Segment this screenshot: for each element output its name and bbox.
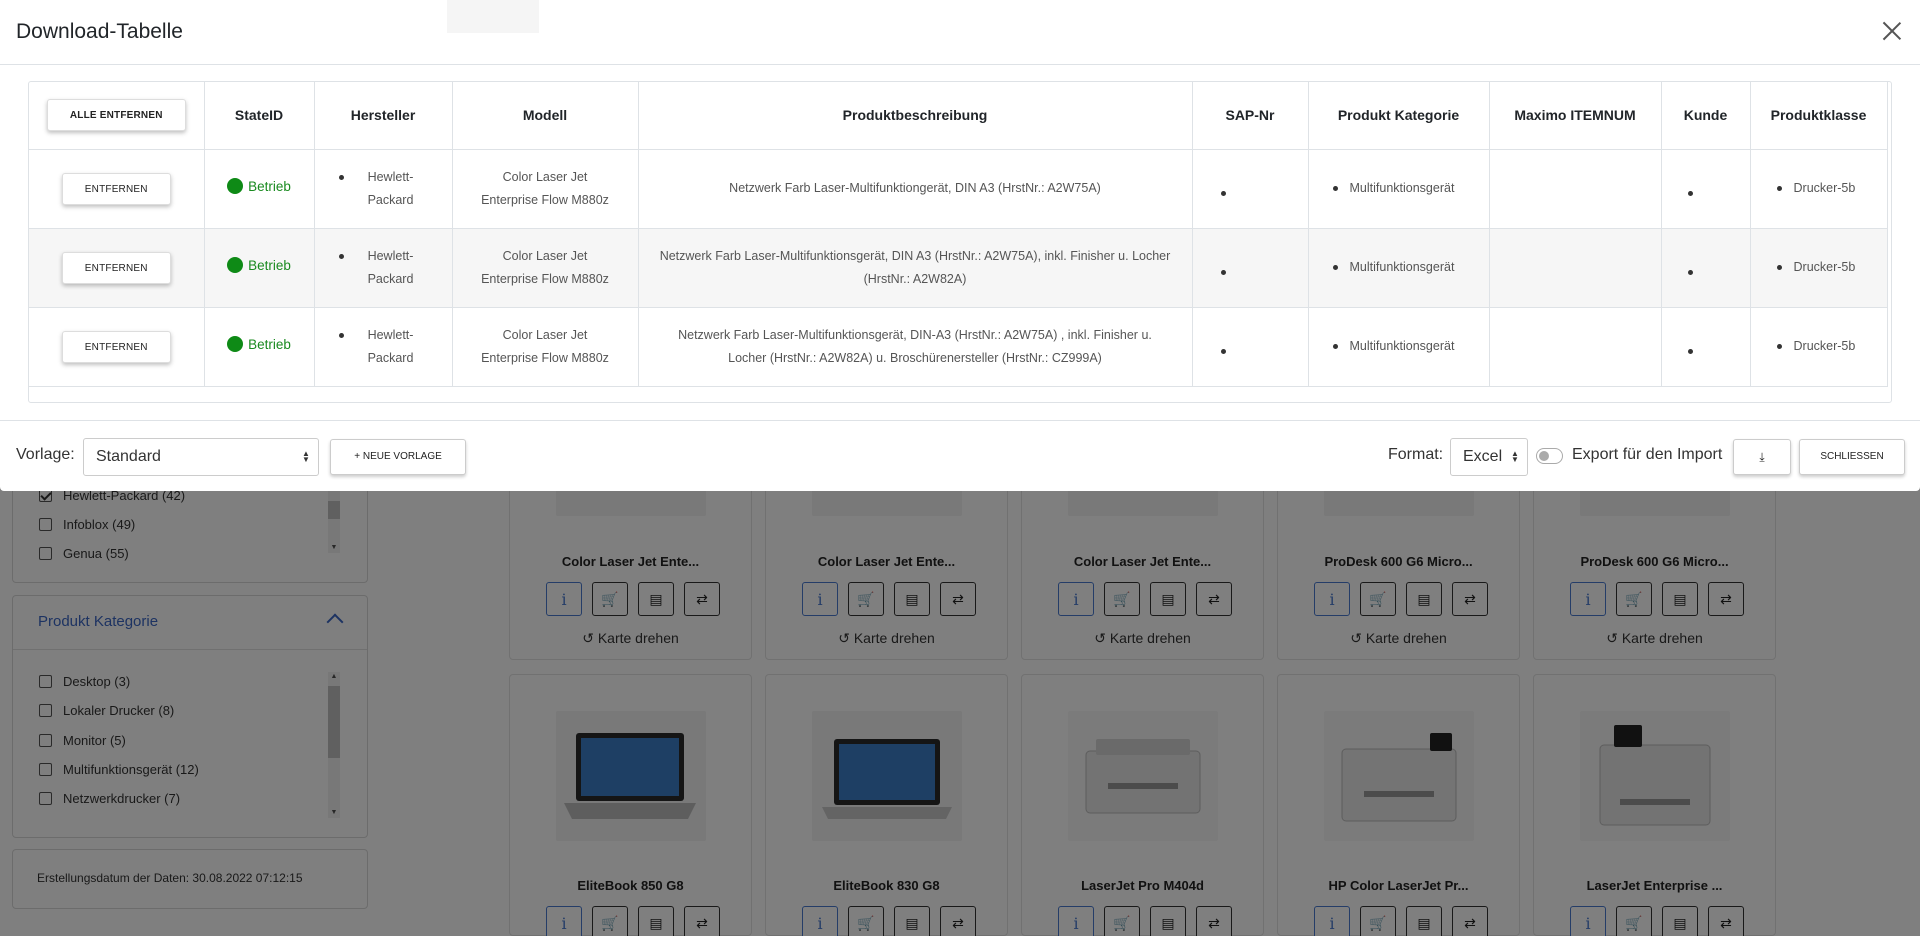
column-header[interactable]: Produkt Kategorie	[1308, 82, 1490, 150]
cell-state: Betrieb	[204, 228, 315, 308]
state-label: Betrieb	[248, 178, 291, 194]
column-header[interactable]: Kunde	[1661, 82, 1751, 150]
column-header[interactable]: Maximo ITEMNUM	[1489, 82, 1662, 150]
cell-state: Betrieb	[204, 307, 315, 387]
kategorie-text: Multifunktionsgerät	[1349, 339, 1455, 353]
remove-button[interactable]: ENTFERNEN	[61, 172, 171, 205]
sort-arrows-icon: ▲ ▼	[1511, 449, 1519, 464]
column-header[interactable]: SAP-Nr	[1192, 82, 1309, 150]
status-dot-icon	[227, 257, 244, 274]
cell-kategorie: Multifunktionsgerät	[1308, 228, 1490, 308]
new-template-button[interactable]: + NEUE VORLAGE	[330, 439, 466, 475]
format-value: Excel	[1463, 448, 1503, 465]
download-button[interactable]: ⤓	[1733, 439, 1791, 475]
download-table: ALLE ENTFERNEN StateID Hersteller Modell…	[29, 82, 1888, 387]
cell-actions: ENTFERNEN	[29, 307, 205, 387]
cell-maximo	[1489, 149, 1662, 229]
column-header[interactable]: Modell	[452, 82, 639, 150]
bullet-icon	[1687, 348, 1693, 354]
remove-button[interactable]: ENTFERNEN	[61, 251, 171, 284]
export-toggle-label: Export für den Import	[1572, 446, 1723, 463]
cell-actions: ENTFERNEN	[29, 228, 205, 308]
format-select[interactable]: Excel ▲ ▼	[1450, 438, 1528, 476]
cell-modell: Color Laser Jet Enterprise Flow M880z	[452, 228, 639, 308]
modal-header: Download-Tabelle	[0, 0, 1920, 65]
modal-footer: Vorlage: Standard ▲ ▼ + NEUE VORLAGE Form…	[0, 420, 1920, 491]
modell-text: Color Laser Jet Enterprise Flow M880z	[481, 327, 609, 365]
hersteller-text: Hewlett-Packard	[367, 327, 414, 365]
table-header-row: ALLE ENTFERNEN StateID Hersteller Modell…	[29, 82, 1888, 150]
cell-maximo	[1489, 307, 1662, 387]
vorlage-select[interactable]: Standard ▲ ▼	[83, 438, 319, 476]
cell-modell: Color Laser Jet Enterprise Flow M880z	[452, 149, 639, 229]
column-header[interactable]: Produktbeschreibung	[638, 82, 1193, 150]
cell-kunde	[1661, 228, 1751, 308]
column-header[interactable]: StateID	[204, 82, 315, 150]
beschreibung-text: Netzwerk Farb Laser-Multifunktiongerät, …	[729, 181, 1101, 195]
state-label: Betrieb	[248, 336, 291, 352]
status-dot-icon	[227, 336, 244, 353]
download-table-container[interactable]: ALLE ENTFERNEN StateID Hersteller Modell…	[28, 81, 1892, 403]
header-actions: ALLE ENTFERNEN	[29, 82, 205, 150]
bullet-icon	[1220, 269, 1226, 275]
vorlage-value: Standard	[96, 448, 161, 465]
table-row: ENTFERNEN Betrieb Hewlett-Packard Color …	[29, 228, 1888, 308]
cell-beschreibung: Netzwerk Farb Laser-Multifunktiongerät, …	[638, 149, 1193, 229]
kategorie-text: Multifunktionsgerät	[1349, 260, 1455, 274]
modell-text: Color Laser Jet Enterprise Flow M880z	[481, 248, 609, 286]
table-row: ENTFERNEN Betrieb Hewlett-Packard Color …	[29, 149, 1888, 229]
sort-arrows-icon: ▲ ▼	[302, 449, 310, 464]
bullet-icon	[1687, 190, 1693, 196]
cell-klasse: Drucker-5b	[1750, 228, 1888, 308]
bullet-icon	[1687, 269, 1693, 275]
cell-hersteller: Hewlett-Packard	[314, 228, 453, 308]
close-button[interactable]: SCHLIESSEN	[1799, 439, 1905, 475]
cell-hersteller: Hewlett-Packard	[314, 307, 453, 387]
cell-sap	[1192, 307, 1309, 387]
bullet-icon	[1220, 190, 1226, 196]
cell-klasse: Drucker-5b	[1750, 149, 1888, 229]
beschreibung-text: Netzwerk Farb Laser-Multifunktionsgerät,…	[678, 327, 1152, 365]
hersteller-text: Hewlett-Packard	[367, 169, 414, 207]
vorlage-label: Vorlage:	[16, 446, 75, 463]
cell-kategorie: Multifunktionsgerät	[1308, 149, 1490, 229]
beschreibung-text: Netzwerk Farb Laser-Multifunktionsgerät,…	[659, 248, 1171, 286]
header-placeholder	[447, 0, 539, 33]
klasse-text: Drucker-5b	[1793, 339, 1856, 353]
state-label: Betrieb	[248, 257, 291, 273]
column-header[interactable]: Hersteller	[314, 82, 453, 150]
kategorie-text: Multifunktionsgerät	[1349, 181, 1455, 195]
cell-actions: ENTFERNEN	[29, 149, 205, 229]
bullet-icon	[1220, 348, 1226, 354]
export-import-toggle[interactable]	[1536, 448, 1563, 464]
cell-kategorie: Multifunktionsgerät	[1308, 307, 1490, 387]
status-dot-icon	[227, 178, 244, 195]
column-header[interactable]: Produktklasse	[1750, 82, 1888, 150]
hersteller-text: Hewlett-Packard	[367, 248, 414, 286]
close-icon[interactable]	[1882, 21, 1902, 41]
cell-kunde	[1661, 307, 1751, 387]
download-icon: ⤓	[1759, 450, 1765, 464]
cell-modell: Color Laser Jet Enterprise Flow M880z	[452, 307, 639, 387]
cell-beschreibung: Netzwerk Farb Laser-Multifunktionsgerät,…	[638, 307, 1193, 387]
cell-hersteller: Hewlett-Packard	[314, 149, 453, 229]
klasse-text: Drucker-5b	[1793, 260, 1856, 274]
cell-kunde	[1661, 149, 1751, 229]
table-row: ENTFERNEN Betrieb Hewlett-Packard Color …	[29, 307, 1888, 387]
cell-klasse: Drucker-5b	[1750, 307, 1888, 387]
klasse-text: Drucker-5b	[1793, 181, 1856, 195]
remove-all-button[interactable]: ALLE ENTFERNEN	[46, 99, 186, 132]
modell-text: Color Laser Jet Enterprise Flow M880z	[481, 169, 609, 207]
cell-sap	[1192, 228, 1309, 308]
cell-maximo	[1489, 228, 1662, 308]
remove-button[interactable]: ENTFERNEN	[61, 330, 171, 363]
cell-beschreibung: Netzwerk Farb Laser-Multifunktionsgerät,…	[638, 228, 1193, 308]
cell-state: Betrieb	[204, 149, 315, 229]
format-label: Format:	[1388, 446, 1444, 463]
cell-sap	[1192, 149, 1309, 229]
download-table-modal: Download-Tabelle ALLE ENTFERNEN StateID …	[0, 0, 1920, 491]
modal-title: Download-Tabelle	[16, 20, 183, 43]
